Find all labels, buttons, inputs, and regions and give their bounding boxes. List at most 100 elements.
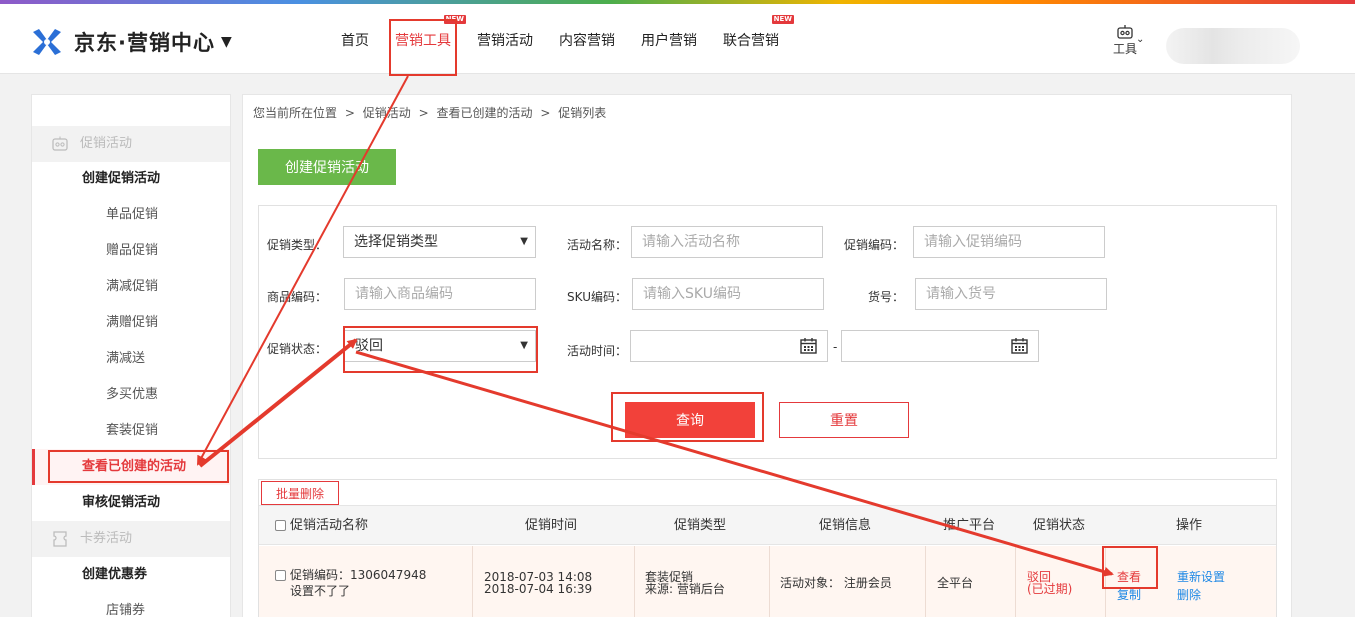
- promo-type-value: 选择促销类型: [354, 234, 438, 250]
- view-link[interactable]: 查看: [1117, 568, 1141, 585]
- sidebar-item-full-gift[interactable]: 满赠促销: [32, 305, 230, 341]
- main-content: 您当前所在位置 > 促销活动 > 查看已创建的活动 > 促销列表 创建促销活动 …: [242, 94, 1292, 617]
- sidebar-group-promotions: 促销活动: [32, 126, 230, 162]
- time-end-cell: 2018-07-04 16:39: [484, 582, 593, 596]
- nav-home[interactable]: 首页: [328, 4, 382, 74]
- breadcrumb-separator: >: [418, 106, 429, 120]
- delete-link[interactable]: 删除: [1177, 586, 1201, 603]
- nav-content-marketing[interactable]: 内容营销: [546, 4, 628, 74]
- sidebar-item-review[interactable]: 审核促销活动: [32, 485, 230, 521]
- promo-type-label: 促销类型：: [266, 238, 327, 252]
- table-row: 促销编码：1306047948 设置不了了 2018-07-03 14:08 2…: [259, 546, 1276, 617]
- activity-name-label: 活动名称：: [566, 238, 627, 252]
- copy-link[interactable]: 复制: [1117, 586, 1141, 603]
- logo[interactable]: 京东·营销中心 ▼: [30, 26, 232, 58]
- jd-logo-icon: [33, 29, 61, 55]
- sidebar-group-coupons: 卡券活动: [32, 521, 230, 557]
- top-bar: 京东·营销中心 ▼ 首页 营销工具 NEW 营销活动 内容营销 用户营销 联合营销…: [0, 4, 1355, 74]
- promo-type-select[interactable]: 选择促销类型 ▼: [343, 226, 536, 258]
- promo-info-cell: 活动对象： 注册会员: [780, 576, 892, 590]
- status-note: (已过期): [1027, 582, 1073, 596]
- coupon-icon: [53, 531, 67, 547]
- sku-code-label: SKU编码：: [567, 290, 627, 304]
- dropdown-caret-icon: ▼: [520, 340, 528, 351]
- batch-delete-button[interactable]: 批量删除: [261, 481, 339, 505]
- reset-button[interactable]: 重置: [779, 402, 909, 438]
- create-promotion-button[interactable]: 创建促销活动: [258, 149, 396, 185]
- product-code-label: 商品编码：: [266, 290, 327, 304]
- sidebar-item-full-reduction[interactable]: 满减促销: [32, 269, 230, 305]
- sidebar: 促销活动 创建促销活动 单品促销 赠品促销 满减促销 满赠促销 满减送 多买优惠…: [31, 94, 231, 617]
- col-header: 促销时间: [525, 518, 578, 533]
- sku-code-input[interactable]: [632, 278, 824, 310]
- activity-name-input[interactable]: [631, 226, 823, 258]
- start-date-input[interactable]: [630, 330, 828, 362]
- column-divider: [634, 546, 635, 617]
- col-header: 促销状态: [1033, 518, 1086, 533]
- sidebar-item-gift[interactable]: 赠品促销: [32, 233, 230, 269]
- sidebar-item-reduce-and-give[interactable]: 满减送: [32, 341, 230, 377]
- nav-marketing-activities[interactable]: 营销活动: [464, 4, 546, 74]
- date-separator: -: [833, 340, 838, 354]
- sidebar-item-single-product[interactable]: 单品促销: [32, 197, 230, 233]
- breadcrumb-prefix: 您当前所在位置: [253, 106, 338, 120]
- column-divider: [1105, 546, 1106, 617]
- col-header: 促销信息: [819, 518, 872, 533]
- row-checkbox[interactable]: [275, 570, 286, 581]
- column-divider: [769, 546, 770, 617]
- breadcrumb-separator: >: [344, 106, 355, 120]
- promo-status-select[interactable]: 驳回 ▼: [344, 330, 536, 362]
- promo-code-label: 促销编码：: [843, 238, 904, 252]
- promo-code-input[interactable]: [913, 226, 1105, 258]
- sidebar-item-buy-more[interactable]: 多买优惠: [32, 377, 230, 413]
- sidebar-item-bundle[interactable]: 套装促销: [32, 413, 230, 449]
- calendar-icon: [800, 338, 817, 354]
- main-nav: 首页 营销工具 NEW 营销活动 内容营销 用户营销 联合营销 NEW: [328, 4, 794, 74]
- promotion-table: 批量删除 促销活动名称 促销时间 促销类型 促销信息 推广平台 促销状态 操作 …: [258, 479, 1277, 617]
- breadcrumb-separator: >: [540, 106, 551, 120]
- dropdown-caret-icon: ▼: [520, 236, 528, 247]
- promo-icon: [52, 136, 68, 151]
- col-header: 操作: [1176, 518, 1203, 533]
- promo-code-cell: 促销编码：1306047948: [290, 568, 427, 582]
- tools-menu[interactable]: ⌄ 工具: [1103, 24, 1147, 57]
- reset-setting-link[interactable]: 重新设置: [1177, 568, 1225, 585]
- nav-user-marketing[interactable]: 用户营销: [628, 4, 710, 74]
- calendar-icon: [1011, 338, 1028, 354]
- sidebar-item-shop-coupon[interactable]: 店铺券: [32, 593, 230, 617]
- query-button[interactable]: 查询: [625, 402, 755, 438]
- column-divider: [472, 546, 473, 617]
- table-header: 促销活动名称 促销时间 促销类型 促销信息 推广平台 促销状态 操作: [259, 505, 1276, 545]
- sidebar-item-create-coupon[interactable]: 创建优惠券: [32, 557, 230, 593]
- product-code-input[interactable]: [344, 278, 536, 310]
- promo-status-value: 驳回: [355, 338, 383, 354]
- filter-panel: 促销类型： 选择促销类型 ▼ 活动名称： 促销编码： 商品编码： SKU编码： …: [258, 205, 1277, 459]
- breadcrumb-item[interactable]: 促销活动: [363, 106, 411, 120]
- col-header: 促销活动名称: [290, 518, 369, 533]
- breadcrumb-item[interactable]: 查看已创建的活动: [436, 106, 532, 120]
- breadcrumb: 您当前所在位置 > 促销活动 > 查看已创建的活动 > 促销列表: [253, 104, 606, 121]
- user-avatar-blurred[interactable]: [1166, 28, 1300, 64]
- nav-marketing-tools[interactable]: 营销工具 NEW: [382, 4, 466, 74]
- nav-joint-marketing[interactable]: 联合营销 NEW: [710, 4, 794, 74]
- col-header: 促销类型: [674, 518, 727, 533]
- end-date-input[interactable]: [841, 330, 1039, 362]
- sidebar-item-create-promotion[interactable]: 创建促销活动: [32, 161, 230, 197]
- activity-time-label: 活动时间：: [566, 344, 627, 358]
- logo-caret-icon[interactable]: ▼: [221, 34, 232, 50]
- col-header: 推广平台: [943, 518, 996, 533]
- column-divider: [1015, 546, 1016, 617]
- robot-icon: [1117, 25, 1133, 39]
- platform-cell: 全平台: [937, 576, 974, 590]
- item-no-label: 货号：: [867, 290, 904, 304]
- sidebar-item-view-created[interactable]: 查看已创建的活动: [32, 449, 230, 485]
- new-badge: NEW: [443, 15, 466, 24]
- chevron-down-icon: ⌄: [1136, 34, 1145, 45]
- select-all-checkbox[interactable]: [275, 520, 286, 531]
- item-no-input[interactable]: [915, 278, 1107, 310]
- logo-text: 京东·营销中心: [74, 31, 215, 55]
- new-badge: NEW: [771, 15, 794, 24]
- promo-source-cell: 来源: 营销后台: [645, 582, 725, 596]
- tools-label: 工具: [1112, 42, 1137, 56]
- promo-name-cell: 设置不了了: [290, 584, 351, 598]
